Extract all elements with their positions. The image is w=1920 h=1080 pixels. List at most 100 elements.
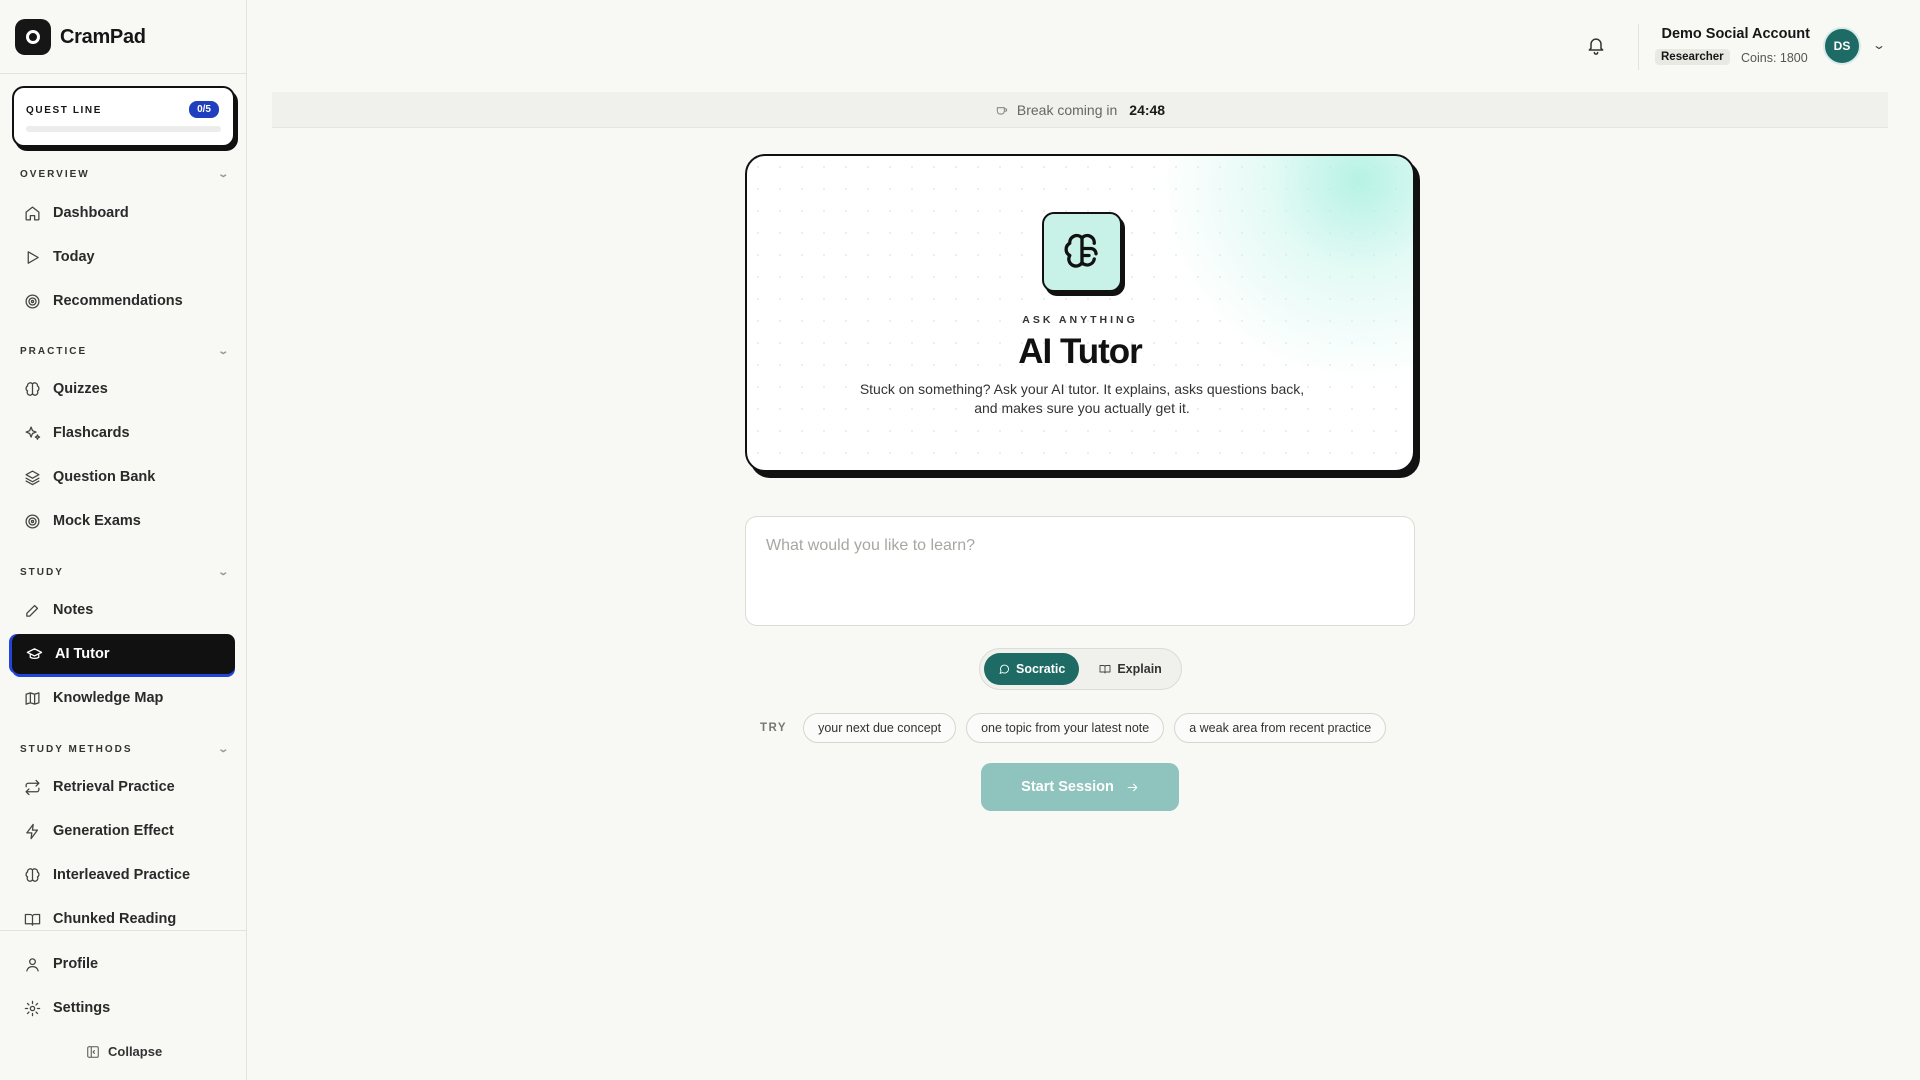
- layers-icon: [25, 469, 40, 485]
- pencil-icon: [26, 604, 39, 617]
- sidebar-item-label: Notes: [53, 602, 94, 618]
- suggestion-chip[interactable]: one topic from your latest note: [966, 713, 1165, 743]
- sidebar-item-label: Retrieval Practice: [53, 779, 175, 795]
- page-title: AI Tutor: [1018, 332, 1143, 371]
- bell-icon: [1588, 38, 1604, 55]
- sidebar-item-label: Interleaved Practice: [53, 867, 191, 883]
- chevron-down-icon: ⌄: [216, 567, 229, 578]
- chevron-down-icon: ⌄: [216, 169, 229, 180]
- brain-icon: [1064, 233, 1098, 268]
- sidebar-item-today[interactable]: Today: [12, 239, 235, 275]
- sidebar-item-label: Question Bank: [53, 469, 156, 485]
- sidebar-item-question-bank[interactable]: Question Bank: [12, 459, 235, 495]
- learning-prompt-input[interactable]: [745, 516, 1415, 626]
- suggestion-chip[interactable]: your next due concept: [803, 713, 957, 743]
- header-divider: [1638, 24, 1639, 70]
- sidebar-item-notes[interactable]: Notes: [12, 592, 235, 628]
- sidebar-collapse-icon: [87, 1045, 99, 1058]
- divider: [0, 930, 247, 931]
- section-overview[interactable]: OVERVIEW ⌄: [20, 169, 229, 180]
- play-icon: [27, 250, 39, 264]
- sidebar-item-label: Flashcards: [53, 425, 130, 441]
- sidebar-item-chunked-reading[interactable]: Chunked Reading: [12, 901, 235, 937]
- sidebar-item-label: AI Tutor: [55, 646, 110, 662]
- chevron-down-icon: ⌄: [216, 346, 229, 357]
- user-icon: [26, 957, 39, 972]
- target-icon: [25, 293, 40, 309]
- sidebar-item-profile[interactable]: Profile: [12, 946, 235, 982]
- quest-line-label: QUEST LINE: [26, 105, 103, 116]
- sidebar-item-knowledge-map[interactable]: Knowledge Map: [12, 680, 235, 716]
- gear-icon: [24, 1000, 41, 1016]
- sidebar: CramPad QUEST LINE 0/5 OVERVIEW ⌄ Dashboa…: [0, 0, 247, 1080]
- repeat-icon: [25, 779, 40, 795]
- mode-toggle: Socratic Explain: [979, 648, 1182, 690]
- sidebar-item-interleaved-practice[interactable]: Interleaved Practice: [12, 857, 235, 893]
- sidebar-item-label: Profile: [53, 956, 99, 972]
- break-timer-bar: Break coming in 24:48: [272, 92, 1888, 128]
- sidebar-item-label: Today: [53, 249, 95, 265]
- suggestion-chip[interactable]: a weak area from recent practice: [1174, 713, 1387, 743]
- sidebar-item-dashboard[interactable]: Dashboard: [12, 195, 235, 231]
- chevron-down-icon[interactable]: ⌄: [1872, 38, 1886, 52]
- sidebar-item-label: Chunked Reading: [53, 911, 177, 927]
- avatar[interactable]: DS: [1823, 27, 1861, 65]
- hero-eyebrow: ASK ANYTHING: [1022, 314, 1138, 326]
- target-icon: [25, 513, 40, 529]
- start-session-label: Start Session: [1021, 779, 1114, 795]
- collapse-label: Collapse: [108, 1044, 163, 1059]
- sidebar-item-label: Settings: [53, 1000, 111, 1016]
- quest-line-card[interactable]: QUEST LINE 0/5: [12, 86, 235, 147]
- map-icon: [25, 691, 40, 705]
- brain-icon: [25, 381, 40, 396]
- sidebar-item-label: Generation Effect: [53, 823, 174, 839]
- sidebar-item-retrieval-practice[interactable]: Retrieval Practice: [12, 769, 235, 805]
- sidebar-item-flashcards[interactable]: Flashcards: [12, 415, 235, 451]
- brain-icon: [25, 867, 40, 882]
- sidebar-item-label: Knowledge Map: [53, 690, 164, 706]
- quest-progress-badge: 0/5: [189, 101, 219, 118]
- user-name[interactable]: Demo Social Account: [1661, 26, 1810, 42]
- sparkles-icon: [25, 425, 41, 440]
- sidebar-item-quizzes[interactable]: Quizzes: [12, 371, 235, 407]
- divider: [0, 73, 247, 74]
- brand-name: CramPad: [60, 25, 146, 48]
- sidebar-item-settings[interactable]: Settings: [12, 990, 235, 1026]
- message-circle-icon: [999, 664, 1009, 674]
- chevron-down-icon: ⌄: [216, 744, 229, 755]
- sidebar-item-generation-effect[interactable]: Generation Effect: [12, 813, 235, 849]
- collapse-button[interactable]: Collapse: [86, 1044, 162, 1059]
- sidebar-item-label: Dashboard: [53, 205, 129, 221]
- coins-count: Coins: 1800: [1741, 51, 1808, 65]
- explain-mode-button[interactable]: Explain: [1085, 653, 1175, 685]
- arrow-right-icon: [1127, 783, 1138, 791]
- sidebar-item-label: Quizzes: [53, 381, 108, 397]
- quest-progress-bar: [26, 126, 221, 132]
- sidebar-item-recommendations[interactable]: Recommendations: [12, 283, 235, 319]
- section-title: PRACTICE: [20, 346, 88, 357]
- mode-label: Explain: [1117, 662, 1162, 676]
- zap-icon: [26, 823, 39, 839]
- suggestion-row: TRY your next due concept one topic from…: [760, 713, 1387, 743]
- book-open-icon: [1099, 665, 1111, 674]
- socratic-mode-button[interactable]: Socratic: [984, 653, 1080, 685]
- section-title: OVERVIEW: [20, 169, 90, 180]
- start-session-button[interactable]: Start Session: [981, 763, 1179, 811]
- section-practice[interactable]: PRACTICE ⌄: [20, 346, 229, 357]
- ai-tutor-icon-tile: [1042, 212, 1122, 292]
- sidebar-item-label: Recommendations: [53, 293, 183, 309]
- graduation-cap-icon: [26, 647, 43, 659]
- break-label: Break coming in: [1016, 101, 1118, 118]
- break-timer: 24:48: [1129, 101, 1166, 118]
- notifications-button[interactable]: [1586, 35, 1608, 57]
- section-title: STUDY METHODS: [20, 744, 133, 755]
- hero-description: Stuck on something? Ask your AI tutor. I…: [859, 381, 1305, 416]
- book-open-icon: [24, 913, 41, 926]
- coffee-icon: [996, 106, 1008, 115]
- ai-tutor-hero-card: ASK ANYTHING AI Tutor Stuck on something…: [745, 154, 1415, 472]
- brand[interactable]: CramPad: [15, 19, 146, 55]
- section-study[interactable]: STUDY ⌄: [20, 567, 229, 578]
- sidebar-item-ai-tutor[interactable]: AI Tutor: [12, 634, 235, 674]
- sidebar-item-mock-exams[interactable]: Mock Exams: [12, 503, 235, 539]
- section-study-methods[interactable]: STUDY METHODS ⌄: [20, 744, 229, 755]
